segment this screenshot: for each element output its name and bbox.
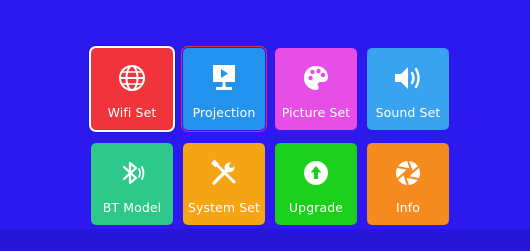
globe-icon <box>91 62 173 94</box>
tile-sound-set[interactable]: Sound Set <box>367 48 449 130</box>
tile-label: Wifi Set <box>107 105 157 120</box>
tile-label: Picture Set <box>281 105 351 120</box>
tile-label: Info <box>395 200 421 215</box>
tile-label: BT Model <box>102 200 162 215</box>
tools-icon <box>183 157 265 189</box>
tile-label: Upgrade <box>288 200 344 215</box>
tile-system-set[interactable]: System Set <box>183 143 265 225</box>
tile-label: Projection <box>192 105 256 120</box>
projector-screen-icon <box>183 62 265 94</box>
aperture-icon <box>367 157 449 189</box>
tile-label: System Set <box>187 200 261 215</box>
tile-wifi-set[interactable]: Wifi Set <box>91 48 173 130</box>
palette-icon <box>275 62 357 94</box>
bluetooth-icon <box>91 157 173 189</box>
tile-projection[interactable]: Projection <box>181 46 267 132</box>
tile-picture-set[interactable]: Picture Set <box>275 48 357 130</box>
projector-home-screen: Wifi Set Projection Picture Set Sound Se… <box>0 0 530 251</box>
speaker-icon <box>367 62 449 94</box>
bottom-band <box>0 229 530 251</box>
tile-info[interactable]: Info <box>367 143 449 225</box>
tile-bt-model[interactable]: BT Model <box>91 143 173 225</box>
tile-upgrade[interactable]: Upgrade <box>275 143 357 225</box>
upload-icon <box>275 157 357 189</box>
tile-label: Sound Set <box>375 105 441 120</box>
